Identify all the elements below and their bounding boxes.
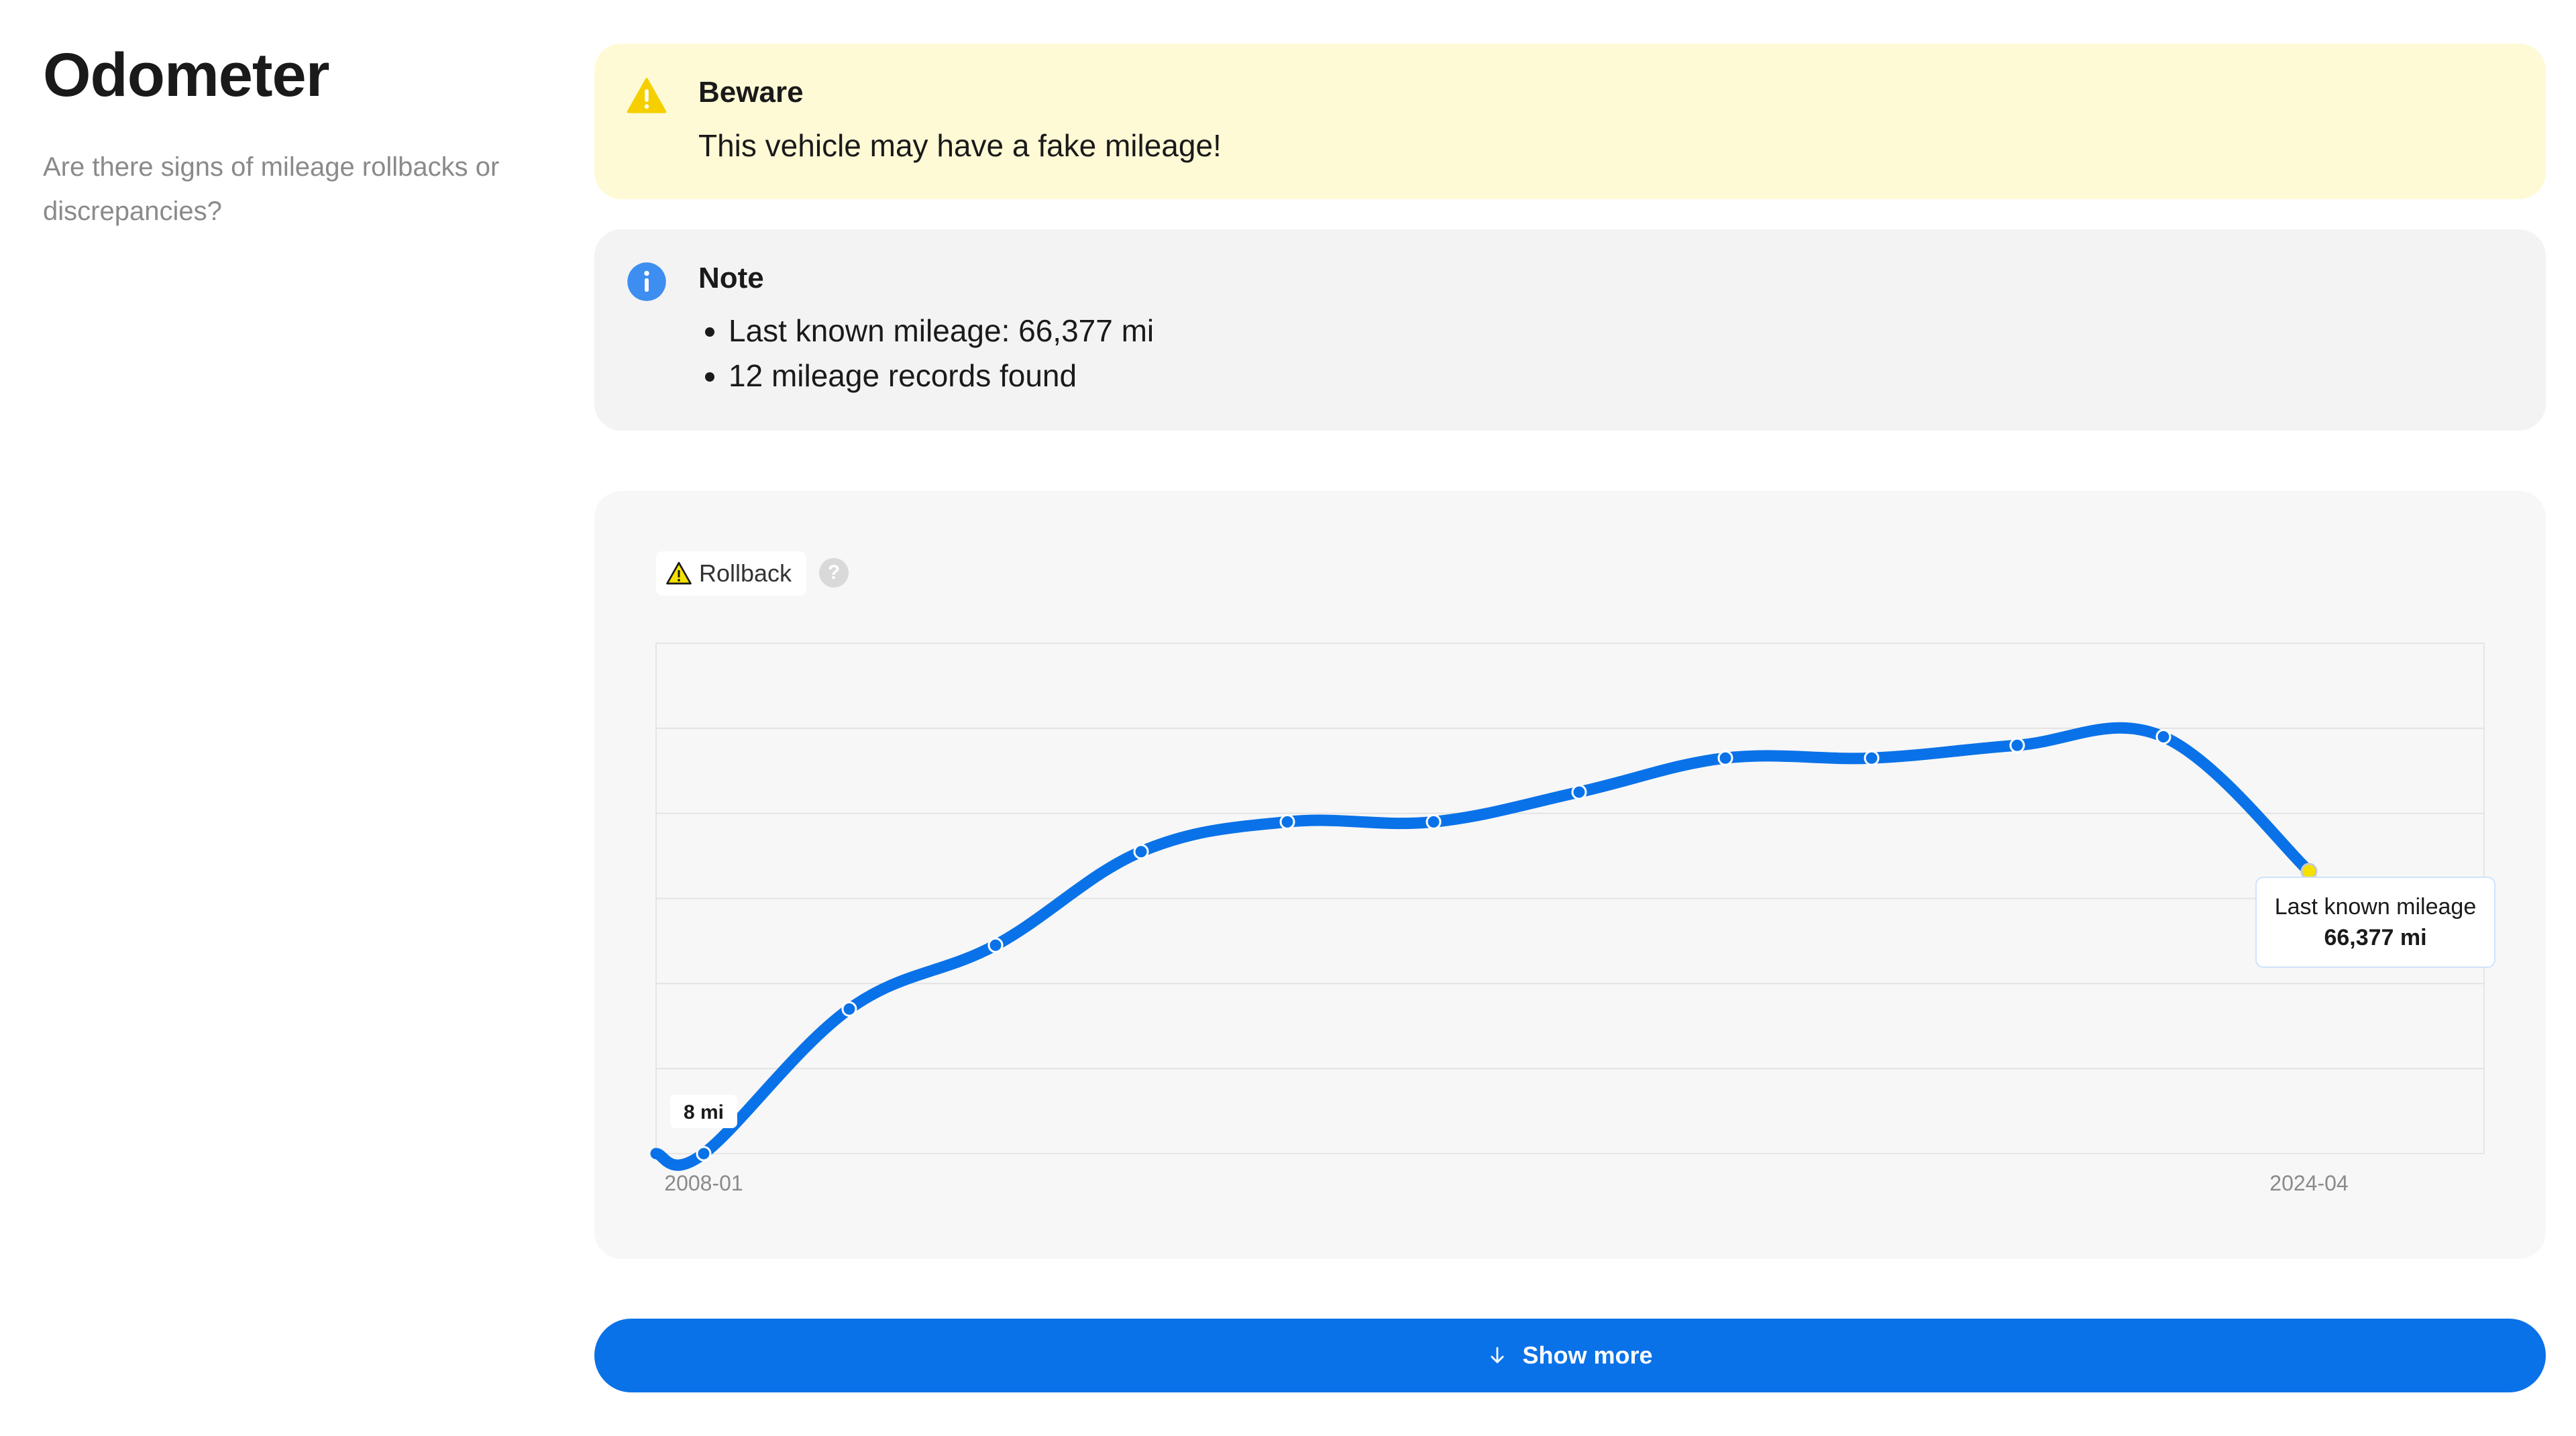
question-icon[interactable]: ? — [819, 558, 849, 588]
x-tick-label: 2024-04 — [2269, 1171, 2348, 1195]
warning-alert: Beware This vehicle may have a fake mile… — [594, 44, 2546, 199]
data-point[interactable] — [1133, 844, 1149, 860]
section-header: Odometer Are there signs of mileage roll… — [43, 40, 553, 233]
data-point[interactable] — [1571, 784, 1587, 800]
odometer-page: Odometer Are there signs of mileage roll… — [0, 0, 2576, 1436]
note-alert: Note Last known mileage: 66,377 mi 12 mi… — [594, 229, 2546, 431]
warning-triangle-icon — [627, 78, 667, 113]
note-title: Note — [698, 262, 764, 294]
arrow-down-icon — [1491, 1347, 1504, 1364]
data-point[interactable] — [2009, 737, 2025, 753]
data-point[interactable] — [1279, 814, 1295, 830]
note-item-last-mileage: Last known mileage: 66,377 mi — [729, 309, 1154, 353]
data-point[interactable] — [1717, 750, 1733, 766]
data-point[interactable] — [2155, 729, 2171, 745]
section-title: Odometer — [43, 41, 330, 109]
section-subtitle: Are there signs of mileage rollbacks or … — [43, 152, 500, 226]
warning-triangle-icon — [666, 561, 692, 585]
warning-title: Beware — [698, 76, 804, 109]
data-point[interactable] — [696, 1146, 712, 1162]
legend-label: Rollback — [699, 559, 792, 587]
data-point[interactable] — [1426, 814, 1442, 830]
show-more-label: Show more — [1522, 1341, 1653, 1369]
data-point[interactable] — [841, 1001, 857, 1017]
x-tick-label: 2008-01 — [664, 1171, 743, 1195]
note-item-record-count: 12 mileage records found — [729, 353, 1154, 398]
data-point[interactable] — [987, 937, 1004, 953]
legend-rollback[interactable]: Rollback — [656, 551, 807, 596]
warning-message: This vehicle may have a fake mileage! — [698, 128, 1222, 163]
mileage-chart-card: 8 mi 2008-01 2024-04 Rollback ? Last known… — [594, 491, 2546, 1259]
tooltip-label: Last known mileage — [2274, 894, 2477, 920]
info-icon — [627, 262, 666, 301]
start-mileage-label: 8 mi — [684, 1101, 724, 1123]
mileage-chart: 8 mi 2008-01 2024-04 — [650, 643, 2485, 1195]
data-point[interactable] — [1864, 750, 1880, 766]
last-mileage-tooltip: Last known mileage 66,377 mi — [2255, 877, 2496, 968]
tooltip-value: 66,377 mi — [2324, 925, 2427, 950]
note-list: Last known mileage: 66,377 mi 12 mileage… — [698, 309, 1154, 398]
show-more-button[interactable]: Show more — [594, 1319, 2546, 1392]
main-content: Beware This vehicle may have a fake mile… — [594, 44, 2546, 1259]
